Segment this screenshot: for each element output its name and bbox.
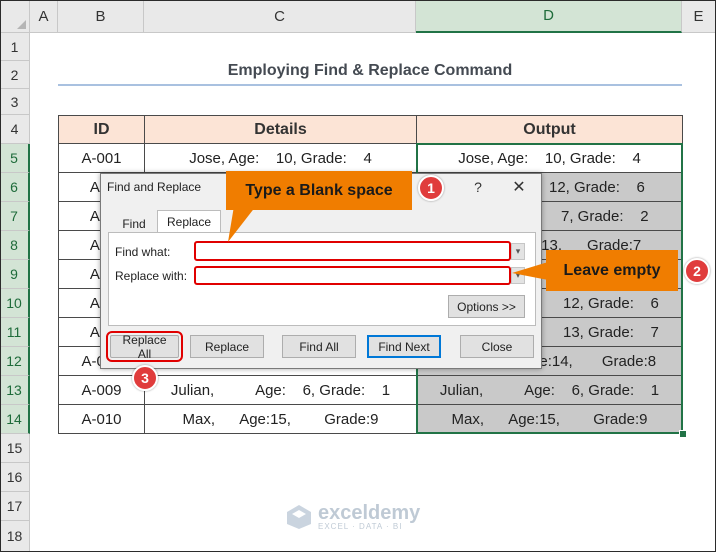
callout-pointer-2-shape	[512, 262, 548, 280]
replace-with-input[interactable]	[194, 266, 511, 285]
find-next-button[interactable]: Find Next	[367, 335, 441, 358]
row-header-16[interactable]: 16	[0, 463, 30, 492]
sheet-title: Employing Find & Replace Command	[58, 58, 682, 86]
cell-id[interactable]: A-001	[58, 144, 145, 173]
column-header-a[interactable]: A	[30, 0, 58, 33]
cell-id[interactable]: A-010	[58, 405, 145, 434]
step-badge-2: 2	[684, 258, 710, 284]
row-header-6[interactable]: 6	[0, 173, 30, 202]
header-id[interactable]: ID	[58, 115, 145, 144]
watermark-text: exceldemy EXCEL · DATA · BI	[318, 501, 421, 531]
header-details[interactable]: Details	[145, 115, 417, 144]
column-header-d[interactable]: D	[416, 0, 682, 33]
options-button[interactable]: Options >>	[448, 295, 525, 318]
row-header-8[interactable]: 8	[0, 231, 30, 260]
cell-details[interactable]: Max, Age:15, Grade:9	[145, 405, 417, 434]
row-header-1[interactable]: 1	[0, 33, 30, 61]
row-header-2[interactable]: 2	[0, 61, 30, 89]
step-badge-1: 1	[418, 175, 444, 201]
row-header-18[interactable]: 18	[0, 521, 30, 552]
row-header-10[interactable]: 10	[0, 289, 30, 318]
callout-pointer-1-shape	[228, 206, 256, 242]
callout-type-blank-space: Type a Blank space	[226, 171, 412, 210]
close-button[interactable]: Close	[460, 335, 534, 358]
row-header-14[interactable]: 14	[0, 405, 30, 434]
find-what-label: Find what:	[115, 245, 171, 259]
exceldemy-watermark: exceldemy EXCEL · DATA · BI	[286, 502, 420, 532]
callout-leave-empty: Leave empty	[546, 250, 678, 291]
header-output[interactable]: Output	[417, 115, 683, 144]
select-all-corner[interactable]	[0, 0, 30, 33]
row-header-9[interactable]: 9	[0, 260, 30, 289]
row-header-3[interactable]: 3	[0, 89, 30, 115]
row-header-4[interactable]: 4	[0, 115, 30, 144]
row-header-12[interactable]: 12	[0, 347, 30, 376]
cell-output[interactable]: Julian, Age: 6, Grade: 1	[417, 376, 683, 405]
column-header-e[interactable]: E	[682, 0, 716, 33]
step-badge-3: 3	[132, 365, 158, 391]
dialog-title: Find and Replace	[107, 180, 202, 194]
exceldemy-logo-icon	[287, 505, 311, 529]
replace-with-label: Replace with:	[115, 269, 188, 283]
column-header-b[interactable]: B	[58, 0, 144, 33]
tab-find-label: Find	[122, 216, 146, 231]
column-header-c[interactable]: C	[144, 0, 416, 33]
tab-replace-label: Replace	[166, 215, 212, 229]
tab-replace[interactable]: Replace	[157, 210, 221, 233]
help-button[interactable]: ?	[467, 176, 489, 198]
cell-details[interactable]: Julian, Age: 6, Grade: 1	[145, 376, 417, 405]
replace-button[interactable]: Replace	[190, 335, 264, 358]
cell-output[interactable]: Max, Age:15, Grade:9	[417, 405, 683, 434]
cell-output[interactable]: Jose, Age: 10, Grade: 4	[417, 144, 683, 173]
tab-find[interactable]: Find	[113, 214, 155, 233]
row-header-15[interactable]: 15	[0, 434, 30, 463]
find-all-button[interactable]: Find All	[282, 335, 356, 358]
row-header-11[interactable]: 11	[0, 318, 30, 347]
callout-pointer-2	[512, 262, 548, 280]
row-header-7[interactable]: 7	[0, 202, 30, 231]
replace-all-button[interactable]: Replace All	[106, 331, 183, 362]
row-header-13[interactable]: 13	[0, 376, 30, 405]
row-header-5[interactable]: 5	[0, 144, 30, 173]
dialog-close-icon[interactable]: ✕	[507, 176, 531, 198]
fill-handle[interactable]	[679, 430, 687, 438]
cell-details[interactable]: Jose, Age: 10, Grade: 4	[145, 144, 417, 173]
find-what-dropdown-icon[interactable]: ▾	[511, 243, 525, 260]
callout-pointer-1	[228, 206, 256, 242]
row-header-17[interactable]: 17	[0, 492, 30, 521]
watermark-name: exceldemy	[318, 501, 421, 524]
